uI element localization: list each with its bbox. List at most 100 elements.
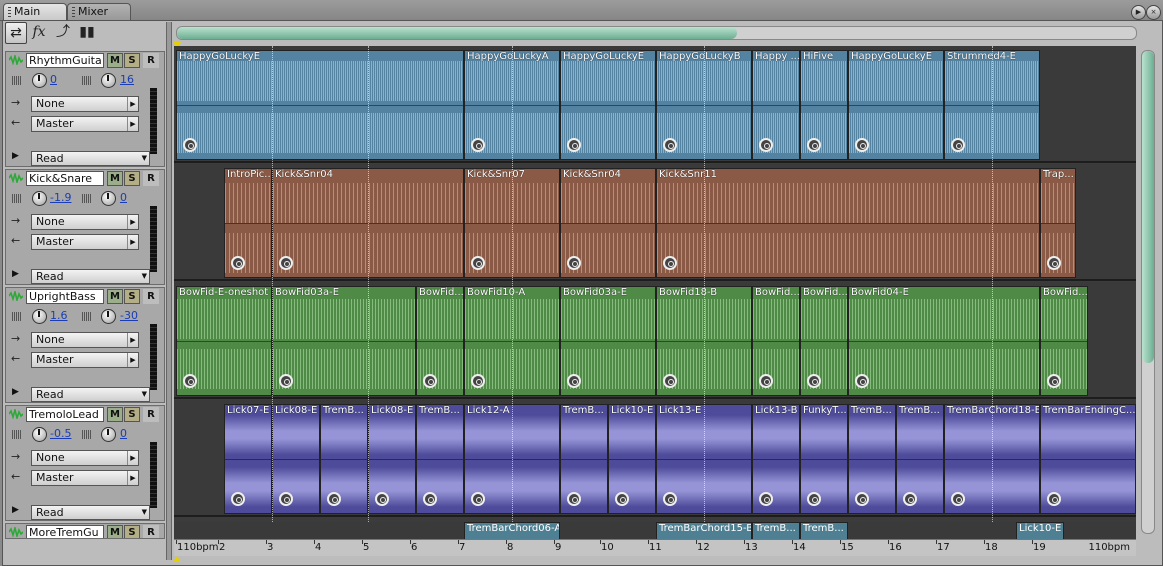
clip[interactable]: BowFid03a-E (272, 286, 416, 396)
input-select[interactable]: None ▶ (31, 214, 139, 230)
panel-menu-icon[interactable]: ▶ (1131, 5, 1146, 20)
time-ruler[interactable]: 110bpm 2 3 4 5 6 7 8 9 10 11 12 13 14 15… (174, 539, 1136, 556)
mute-button[interactable]: M (107, 407, 123, 422)
clip[interactable]: HappyGoLuckyE (560, 50, 656, 160)
record-button[interactable]: R (143, 171, 159, 186)
vertical-scroll-thumb[interactable] (1142, 51, 1154, 363)
fx-icon[interactable]: fx (29, 22, 49, 42)
clip[interactable]: TremBarEndingC... (1040, 404, 1136, 514)
solo-button[interactable]: S (124, 289, 140, 304)
clip[interactable]: FunkyT... (800, 404, 848, 514)
clip[interactable]: BowFid... (752, 286, 800, 396)
branch-icon[interactable]: ⤴ (53, 22, 73, 42)
clip[interactable]: BowFid04-E (848, 286, 1040, 396)
volume-value[interactable]: 1.6 (50, 309, 68, 322)
loop-icon[interactable]: ⇄ (5, 22, 27, 44)
clip[interactable]: BowFid... (416, 286, 464, 396)
clip[interactable]: IntroPic... (224, 168, 272, 278)
playhead-bottom-marker[interactable] (173, 556, 181, 562)
solo-button[interactable]: S (124, 407, 140, 422)
volume-knob[interactable] (32, 427, 47, 442)
volume-knob[interactable] (32, 191, 47, 206)
clip[interactable]: Lick07-E (224, 404, 272, 514)
clip[interactable]: TremB... (416, 404, 464, 514)
mute-button[interactable]: M (107, 53, 123, 68)
clip[interactable]: TremBarChord15-B (656, 522, 752, 540)
automation-mode-select[interactable]: Read ▼ (31, 387, 150, 402)
clip[interactable]: BowFid... (800, 286, 848, 396)
clip[interactable]: BowFid-E-oneshot (176, 286, 272, 396)
track-name-field[interactable]: RhythmGuita (26, 53, 104, 68)
vertical-scrollbar[interactable] (1141, 50, 1155, 534)
clip[interactable]: TremB... (752, 522, 800, 540)
input-select[interactable]: None ▶ (31, 96, 139, 112)
clip[interactable]: BowFid... (1040, 286, 1088, 396)
clip[interactable]: HiFive (800, 50, 848, 160)
mute-button[interactable]: M (107, 171, 123, 186)
clip[interactable]: Lick10-E (608, 404, 656, 514)
tab-main[interactable]: Main (3, 3, 67, 21)
bars-icon[interactable]: ▮▮ (77, 22, 97, 42)
clip[interactable]: TremB... (848, 404, 896, 514)
automation-mode-select[interactable]: Read ▼ (31, 505, 150, 520)
clip[interactable]: Lick13-B (752, 404, 800, 514)
clip[interactable]: Happy ... (752, 50, 800, 160)
clip[interactable]: BowFid03a-E (560, 286, 656, 396)
automation-mode-select[interactable]: Read ▼ (31, 151, 150, 166)
volume-value[interactable]: 0 (50, 73, 57, 86)
volume-knob[interactable] (32, 73, 47, 88)
clip[interactable]: HappyGoLuckyE (176, 50, 464, 160)
output-select[interactable]: Master ▶ (31, 352, 139, 368)
close-icon[interactable]: × (1146, 5, 1161, 20)
panel-splitter[interactable] (166, 22, 172, 560)
volume-knob[interactable] (32, 309, 47, 324)
expand-icon[interactable]: ▶ (12, 387, 19, 397)
clip[interactable]: TremB... (896, 404, 944, 514)
clip[interactable]: Kick&Snr11 (656, 168, 1040, 278)
expand-icon[interactable]: ▶ (12, 151, 19, 161)
clip[interactable]: TremB... (560, 404, 608, 514)
pan-value[interactable]: 16 (120, 73, 134, 86)
solo-button[interactable]: S (124, 171, 140, 186)
volume-value[interactable]: -1.9 (50, 191, 71, 204)
record-button[interactable]: R (143, 525, 159, 538)
mute-button[interactable]: M (107, 525, 123, 538)
clip[interactable]: Trap... (1040, 168, 1076, 278)
automation-mode-select[interactable]: Read ▼ (31, 269, 150, 284)
output-select[interactable]: Master ▶ (31, 234, 139, 250)
pan-value[interactable]: 0 (120, 427, 127, 440)
pan-value[interactable]: -30 (120, 309, 138, 322)
track-name-field[interactable]: MoreTremGu (26, 525, 104, 538)
pan-value[interactable]: 0 (120, 191, 127, 204)
clip[interactable]: Lick08-E (272, 404, 320, 514)
clip[interactable]: Lick10-E (1016, 522, 1064, 540)
input-select[interactable]: None ▶ (31, 332, 139, 348)
clip[interactable]: TremBarChord06-A (464, 522, 560, 540)
solo-button[interactable]: S (124, 53, 140, 68)
solo-button[interactable]: S (124, 525, 140, 538)
horizontal-scroll-thumb[interactable] (177, 27, 737, 39)
clip[interactable]: Lick08-E (368, 404, 416, 514)
horizontal-scrollbar[interactable] (176, 26, 1137, 40)
output-select[interactable]: Master ▶ (31, 116, 139, 132)
pan-knob[interactable] (101, 309, 116, 324)
clip[interactable]: HappyGoLuckyE (848, 50, 944, 160)
output-select[interactable]: Master ▶ (31, 470, 139, 486)
clip[interactable]: TremB... (320, 404, 368, 514)
pan-knob[interactable] (101, 191, 116, 206)
pan-knob[interactable] (101, 73, 116, 88)
expand-icon[interactable]: ▶ (12, 505, 19, 515)
track-name-field[interactable]: UprightBass (26, 289, 104, 304)
track-name-field[interactable]: TremoloLead (26, 407, 104, 422)
record-button[interactable]: R (143, 407, 159, 422)
clip[interactable]: TremB... (800, 522, 848, 540)
pan-knob[interactable] (101, 427, 116, 442)
track-name-field[interactable]: Kick&Snare (26, 171, 104, 186)
tab-mixer[interactable]: Mixer (67, 3, 131, 21)
input-select[interactable]: None ▶ (31, 450, 139, 466)
clip[interactable]: Kick&Snr04 (560, 168, 656, 278)
volume-value[interactable]: -0.5 (50, 427, 71, 440)
expand-icon[interactable]: ▶ (12, 269, 19, 279)
record-button[interactable]: R (143, 289, 159, 304)
record-button[interactable]: R (143, 53, 159, 68)
